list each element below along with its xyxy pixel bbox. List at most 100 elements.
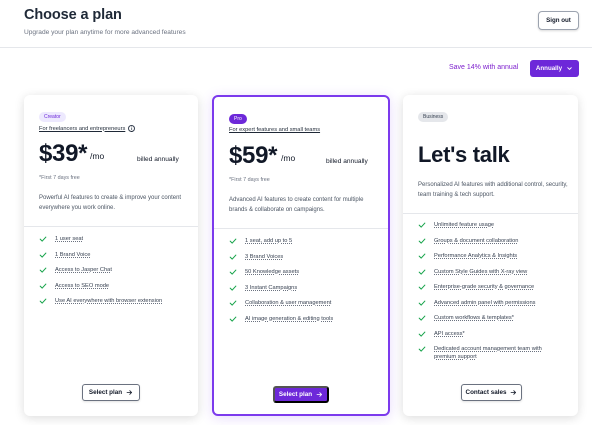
card-divider — [214, 228, 388, 229]
button-label: Select plan — [278, 391, 313, 398]
feature-label[interactable]: 3 Brand Voices — [229, 253, 283, 261]
plan-billing-note: billed annually — [326, 158, 368, 165]
feature-label[interactable]: Unlimited feature usage — [418, 221, 494, 229]
plan-price-period: /mo — [281, 153, 296, 163]
feature-item: 1 seat, add up to 5 — [229, 237, 333, 253]
feature-label[interactable]: 50 Knowledge assets — [229, 268, 299, 276]
card-divider — [24, 226, 198, 227]
feature-item: 3 Instant Campaigns — [229, 284, 333, 300]
check-icon — [418, 283, 426, 291]
feature-label[interactable]: Advanced admin panel with permissions — [418, 299, 535, 307]
feature-list: 1 seat, add up to 5 3 Brand Voices 50 Kn… — [229, 237, 333, 330]
select-plan-button[interactable]: Select plan — [82, 384, 140, 401]
billing-period-value: Annually — [535, 65, 563, 72]
plan-badge: Pro — [229, 114, 247, 124]
plan-headline: Let's talk — [418, 142, 510, 167]
page-title: Choose a plan — [24, 7, 122, 23]
plan-target-label: For expert features and small teams — [229, 127, 321, 133]
feature-item: Advanced admin panel with permissions — [418, 299, 563, 315]
check-icon — [418, 299, 426, 307]
check-icon — [418, 268, 426, 276]
feature-label[interactable]: Dedicated account management team with p… — [418, 345, 563, 361]
chevron-down-icon — [566, 65, 573, 72]
check-icon — [418, 237, 426, 245]
feature-label[interactable]: Performance Analytics & Insights — [418, 252, 517, 260]
feature-label[interactable]: Use AI everywhere with browser extension — [39, 297, 162, 305]
feature-item: Access to SEO mode — [39, 282, 162, 298]
check-icon — [229, 268, 237, 276]
plan-price-period: /mo — [90, 151, 105, 161]
button-label: Select plan — [88, 389, 123, 396]
feature-label[interactable]: 3 Instant Campaigns — [229, 284, 297, 292]
plan-price: $59* — [229, 142, 278, 169]
feature-label[interactable]: Access to SEO mode — [39, 282, 109, 290]
page-header: Choose a plan Upgrade your plan anytime … — [0, 0, 592, 48]
feature-label[interactable]: Enterprise-grade security & governance — [418, 283, 534, 291]
check-icon — [418, 345, 426, 353]
plan-description: Personalized AI features with additional… — [418, 182, 568, 198]
check-icon — [229, 237, 237, 245]
feature-label[interactable]: AI image generation & editing tools — [229, 315, 333, 323]
plan-trial-note: *First 7 days free — [229, 177, 270, 183]
feature-item: 1 user seat — [39, 235, 162, 251]
check-icon — [229, 315, 237, 323]
feature-item: Custom workflows & templates* — [418, 314, 563, 330]
feature-item: Access to Jasper Chat — [39, 266, 162, 282]
check-icon — [39, 266, 47, 274]
feature-item: API access* — [418, 330, 563, 346]
feature-item: Collaboration & user management — [229, 299, 333, 315]
plan-badge: Business — [418, 112, 449, 122]
check-icon — [39, 235, 47, 243]
check-icon — [39, 297, 47, 305]
feature-item: 3 Brand Voices — [229, 253, 333, 269]
feature-item: 1 Brand Voice — [39, 251, 162, 267]
check-icon — [229, 253, 237, 261]
feature-item: Performance Analytics & Insights — [418, 252, 563, 268]
plan-billing-note: billed annually — [137, 156, 179, 163]
arrow-right-icon — [510, 389, 517, 396]
plan-target-link[interactable]: For expert features and small teams — [229, 127, 320, 133]
plan-badge: Creator — [39, 112, 66, 122]
arrow-right-icon — [316, 391, 323, 398]
feature-list: 1 user seat 1 Brand Voice Access to Jasp… — [39, 235, 162, 313]
billing-period-select[interactable]: Annually — [530, 60, 579, 77]
info-icon[interactable]: i — [128, 125, 136, 132]
check-icon — [39, 251, 47, 259]
feature-label[interactable]: Groups & document collaboration — [418, 237, 518, 245]
page-subtitle: Upgrade your plan anytime for more advan… — [24, 29, 186, 36]
plan-card-business: Business Let's talk Personalized AI feat… — [403, 95, 578, 416]
feature-item: AI image generation & editing tools — [229, 315, 333, 331]
plan-price: $39* — [39, 140, 88, 167]
annual-savings-text: Save 14% with annual — [449, 64, 519, 71]
check-icon — [39, 282, 47, 290]
check-icon — [229, 284, 237, 292]
contact-sales-button[interactable]: Contact sales — [461, 384, 522, 401]
check-icon — [418, 252, 426, 260]
feature-label[interactable]: Collaboration & user management — [229, 299, 331, 307]
feature-item: 50 Knowledge assets — [229, 268, 333, 284]
plan-description: Powerful AI features to create & improve… — [39, 195, 182, 211]
plan-target-link[interactable]: For freelancers and entrepreneurs i — [39, 125, 136, 132]
feature-item: Unlimited feature usage — [418, 221, 563, 237]
plan-description: Advanced AI features to create content f… — [229, 197, 364, 213]
plan-trial-note: *First 7 days free — [39, 175, 80, 181]
feature-item: Use AI everywhere with browser extension — [39, 297, 162, 313]
arrow-right-icon — [126, 389, 133, 396]
feature-label[interactable]: 1 seat, add up to 5 — [229, 237, 292, 245]
button-label: Contact sales — [465, 389, 507, 396]
feature-label[interactable]: Access to Jasper Chat — [39, 266, 112, 274]
check-icon — [418, 330, 426, 338]
select-plan-button[interactable]: Select plan — [273, 386, 329, 403]
feature-item: Enterprise-grade security & governance — [418, 283, 563, 299]
feature-item: Custom Style Guides with X-ray view — [418, 268, 563, 284]
plan-card-creator: Creator For freelancers and entrepreneur… — [24, 95, 198, 416]
check-icon — [418, 314, 426, 322]
feature-item: Groups & document collaboration — [418, 237, 563, 253]
feature-list: Unlimited feature usage Groups & documen… — [418, 221, 563, 368]
feature-label[interactable]: Custom Style Guides with X-ray view — [418, 268, 527, 276]
check-icon — [418, 221, 426, 229]
feature-label[interactable]: Custom workflows & templates* — [418, 314, 514, 322]
sign-out-button[interactable]: Sign out — [538, 11, 579, 30]
check-icon — [229, 299, 237, 307]
feature-item: Dedicated account management team with p… — [418, 345, 563, 368]
